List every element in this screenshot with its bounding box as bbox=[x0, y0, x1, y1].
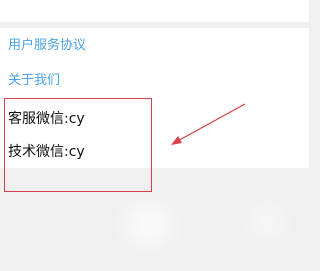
blur-overlay bbox=[125, 205, 173, 245]
tech-wechat-text: 技术微信:cy bbox=[8, 144, 85, 160]
menu-list: 用户服务协议 关于我们 客服微信:cy 技术微信:cy bbox=[0, 28, 309, 168]
settings-page: 用户服务协议 关于我们 客服微信:cy 技术微信:cy bbox=[0, 0, 309, 271]
blur-overlay bbox=[252, 208, 282, 236]
about-us-link[interactable]: 关于我们 bbox=[8, 73, 60, 89]
service-wechat-text: 客服微信:cy bbox=[8, 111, 85, 127]
top-section bbox=[0, 0, 309, 22]
user-agreement-link[interactable]: 用户服务协议 bbox=[8, 38, 86, 54]
